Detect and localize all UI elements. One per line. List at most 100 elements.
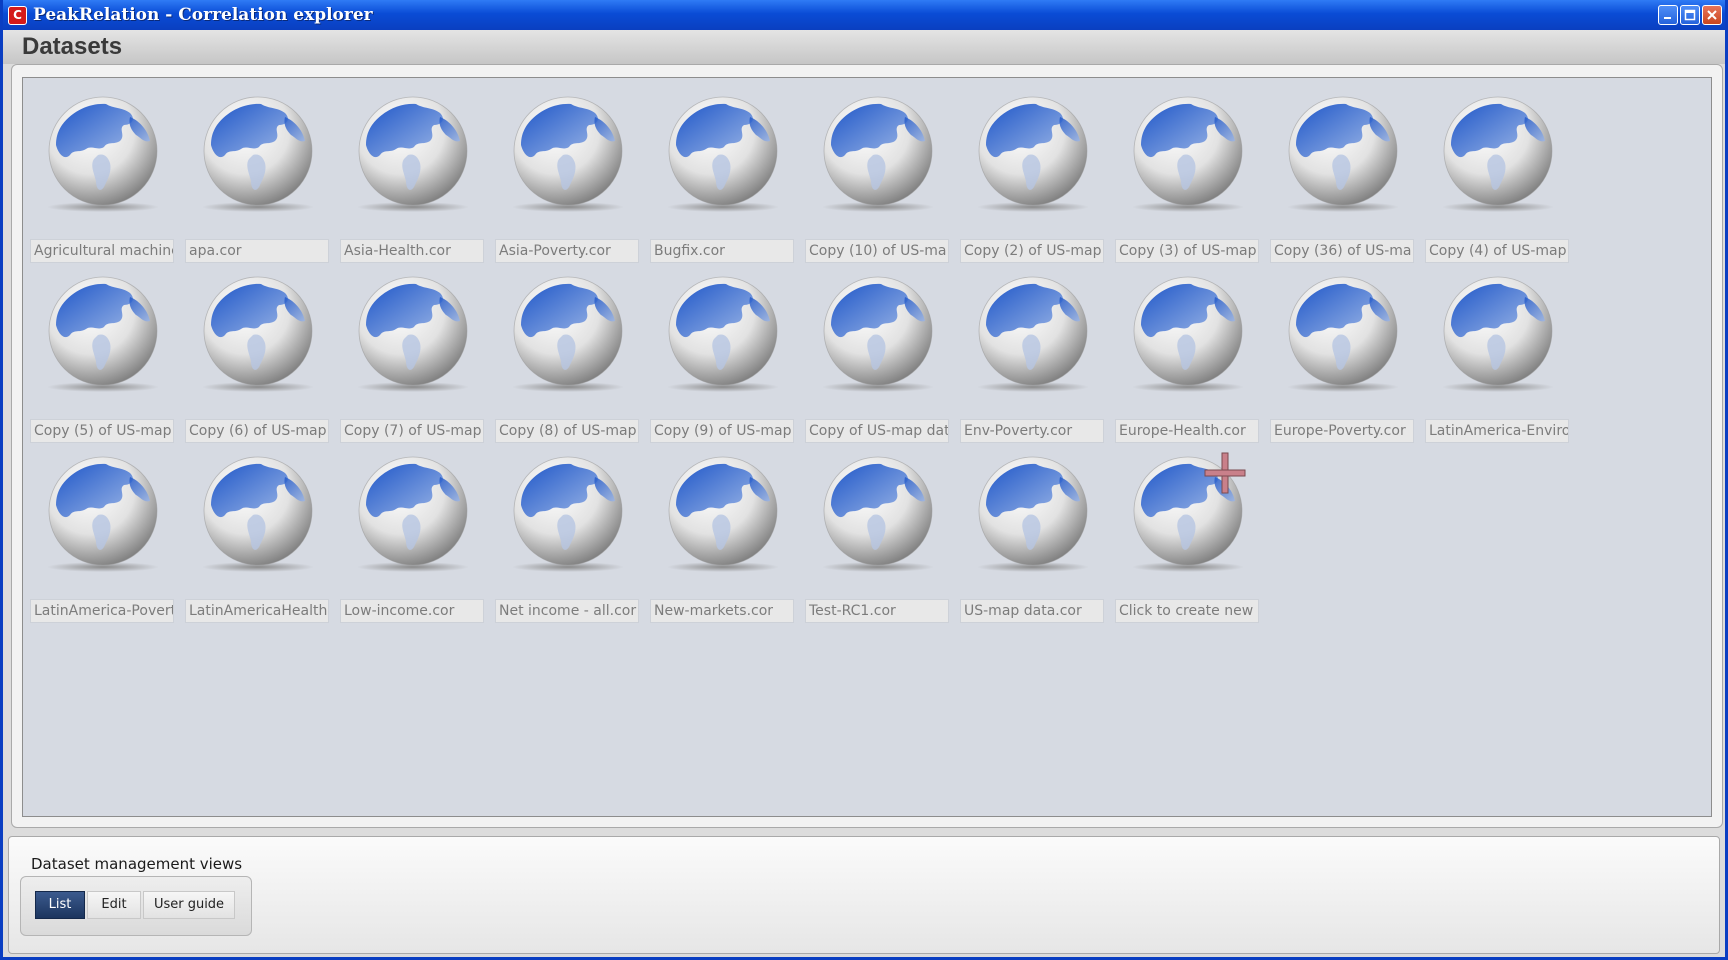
dataset-label: Net income - all.cor	[495, 599, 639, 623]
dataset-label: Copy (3) of US-map	[1115, 239, 1259, 263]
dataset-label: Copy (4) of US-map	[1425, 239, 1569, 263]
dataset-tile[interactable]: Test-RC1.cor	[805, 451, 949, 623]
dataset-tile[interactable]: LatinAmerica-Enviro	[1425, 271, 1569, 443]
dataset-management-panel: Dataset management views List Edit User …	[8, 836, 1720, 954]
globe-icon	[822, 276, 934, 392]
dataset-tile[interactable]: Copy (4) of US-map	[1425, 91, 1569, 263]
globe-icon	[47, 276, 159, 392]
dataset-tile[interactable]: Europe-Poverty.cor	[1270, 271, 1414, 443]
globe-icon	[977, 276, 1089, 392]
dataset-label: Asia-Poverty.cor	[495, 239, 639, 263]
dataset-tile[interactable]: Copy (3) of US-map	[1115, 91, 1259, 263]
dataset-label: US-map data.cor	[960, 599, 1104, 623]
dataset-tile[interactable]: LatinAmerica-Povert	[30, 451, 174, 623]
datasets-header: Datasets	[3, 30, 1725, 64]
globe-icon	[822, 456, 934, 572]
dataset-tile[interactable]: LatinAmericaHealth.	[185, 451, 329, 623]
globe-icon	[512, 96, 624, 212]
globe-icon	[667, 96, 779, 212]
page-title: Datasets	[22, 33, 123, 60]
dataset-tile[interactable]: Copy (6) of US-map	[185, 271, 329, 443]
dataset-label: LatinAmerica-Enviro	[1425, 419, 1569, 443]
dataset-tile[interactable]: Copy (10) of US-ma	[805, 91, 949, 263]
dataset-tile[interactable]: Asia-Health.cor	[340, 91, 484, 263]
dataset-label: Copy (7) of US-map	[340, 419, 484, 443]
globe-icon	[357, 96, 469, 212]
globe-icon	[47, 456, 159, 572]
minimize-icon[interactable]	[1658, 5, 1678, 25]
dataset-label: Europe-Health.cor	[1115, 419, 1259, 443]
app-logo-icon: C	[8, 5, 27, 25]
dataset-label: Copy (2) of US-map	[960, 239, 1104, 263]
dataset-tile[interactable]: Asia-Poverty.cor	[495, 91, 639, 263]
datasets-panel: Agricultural machine apa.cor Asia-Health.c…	[11, 64, 1723, 828]
globe-icon	[1287, 96, 1399, 212]
globe-icon	[667, 276, 779, 392]
user-guide-button[interactable]: User guide	[143, 891, 235, 919]
maximize-icon[interactable]	[1680, 5, 1700, 25]
globe-icon	[822, 96, 934, 212]
dataset-label: Agricultural machine	[30, 239, 174, 263]
globe-icon	[47, 96, 159, 212]
dataset-label: Europe-Poverty.cor	[1270, 419, 1414, 443]
dataset-label: Click to create new	[1115, 599, 1259, 623]
dataset-tile[interactable]: Copy (36) of US-ma	[1270, 91, 1414, 263]
list-view-button[interactable]: List	[35, 891, 85, 919]
views-title: Dataset management views	[31, 855, 243, 873]
dataset-tile[interactable]: Bugfix.cor	[650, 91, 794, 263]
dataset-tile[interactable]: Europe-Health.cor	[1115, 271, 1259, 443]
globe-icon	[1287, 276, 1399, 392]
globe-icon	[357, 456, 469, 572]
dataset-label: New-markets.cor	[650, 599, 794, 623]
dataset-label: Copy (8) of US-map	[495, 419, 639, 443]
create-new-dataset-tile[interactable]: Click to create new	[1115, 451, 1259, 623]
globe-icon	[977, 456, 1089, 572]
globe-icon	[202, 96, 314, 212]
edit-view-button[interactable]: Edit	[87, 891, 141, 919]
dataset-label: Copy of US-map dat	[805, 419, 949, 443]
dataset-tile[interactable]: Agricultural machine	[30, 91, 174, 263]
dataset-tile[interactable]: Copy of US-map dat	[805, 271, 949, 443]
dataset-label: apa.cor	[185, 239, 329, 263]
views-button-group: List Edit User guide	[20, 876, 252, 936]
globe-icon	[512, 276, 624, 392]
datasets-grid: Agricultural machine apa.cor Asia-Health.c…	[22, 77, 1712, 817]
dataset-tile[interactable]: Copy (5) of US-map	[30, 271, 174, 443]
dataset-label: Copy (6) of US-map	[185, 419, 329, 443]
dataset-label: Copy (9) of US-map	[650, 419, 794, 443]
dataset-tile[interactable]: Env-Poverty.cor	[960, 271, 1104, 443]
globe-icon	[1132, 96, 1244, 212]
close-icon[interactable]	[1702, 5, 1722, 25]
dataset-label: Env-Poverty.cor	[960, 419, 1104, 443]
dataset-label: Bugfix.cor	[650, 239, 794, 263]
globe-icon	[1442, 276, 1554, 392]
title-bar[interactable]: C PeakRelation - Correlation explorer	[3, 0, 1725, 30]
dataset-label: LatinAmericaHealth.	[185, 599, 329, 623]
app-window: C PeakRelation - Correlation explorer Da…	[0, 0, 1728, 960]
dataset-label: LatinAmerica-Povert	[30, 599, 174, 623]
dataset-tile[interactable]: Copy (7) of US-map	[340, 271, 484, 443]
globe-icon	[977, 96, 1089, 212]
dataset-tile[interactable]: Copy (2) of US-map	[960, 91, 1104, 263]
window-title: PeakRelation - Correlation explorer	[33, 5, 373, 25]
globe-icon	[512, 456, 624, 572]
dataset-label: Asia-Health.cor	[340, 239, 484, 263]
dataset-label: Copy (36) of US-ma	[1270, 239, 1414, 263]
globe-icon	[357, 276, 469, 392]
dataset-tile[interactable]: Copy (8) of US-map	[495, 271, 639, 443]
dataset-tile[interactable]: Copy (9) of US-map	[650, 271, 794, 443]
dataset-tile[interactable]: Net income - all.cor	[495, 451, 639, 623]
globe-icon	[1442, 96, 1554, 212]
globe-icon	[667, 456, 779, 572]
dataset-tile[interactable]: New-markets.cor	[650, 451, 794, 623]
globe-icon	[202, 276, 314, 392]
dataset-label: Test-RC1.cor	[805, 599, 949, 623]
dataset-tile[interactable]: apa.cor	[185, 91, 329, 263]
globe-icon	[1132, 276, 1244, 392]
dataset-tile[interactable]: US-map data.cor	[960, 451, 1104, 623]
window-controls	[1658, 5, 1722, 25]
globe-icon	[202, 456, 314, 572]
plus-icon	[1204, 452, 1246, 494]
dataset-tile[interactable]: Low-income.cor	[340, 451, 484, 623]
dataset-label: Low-income.cor	[340, 599, 484, 623]
